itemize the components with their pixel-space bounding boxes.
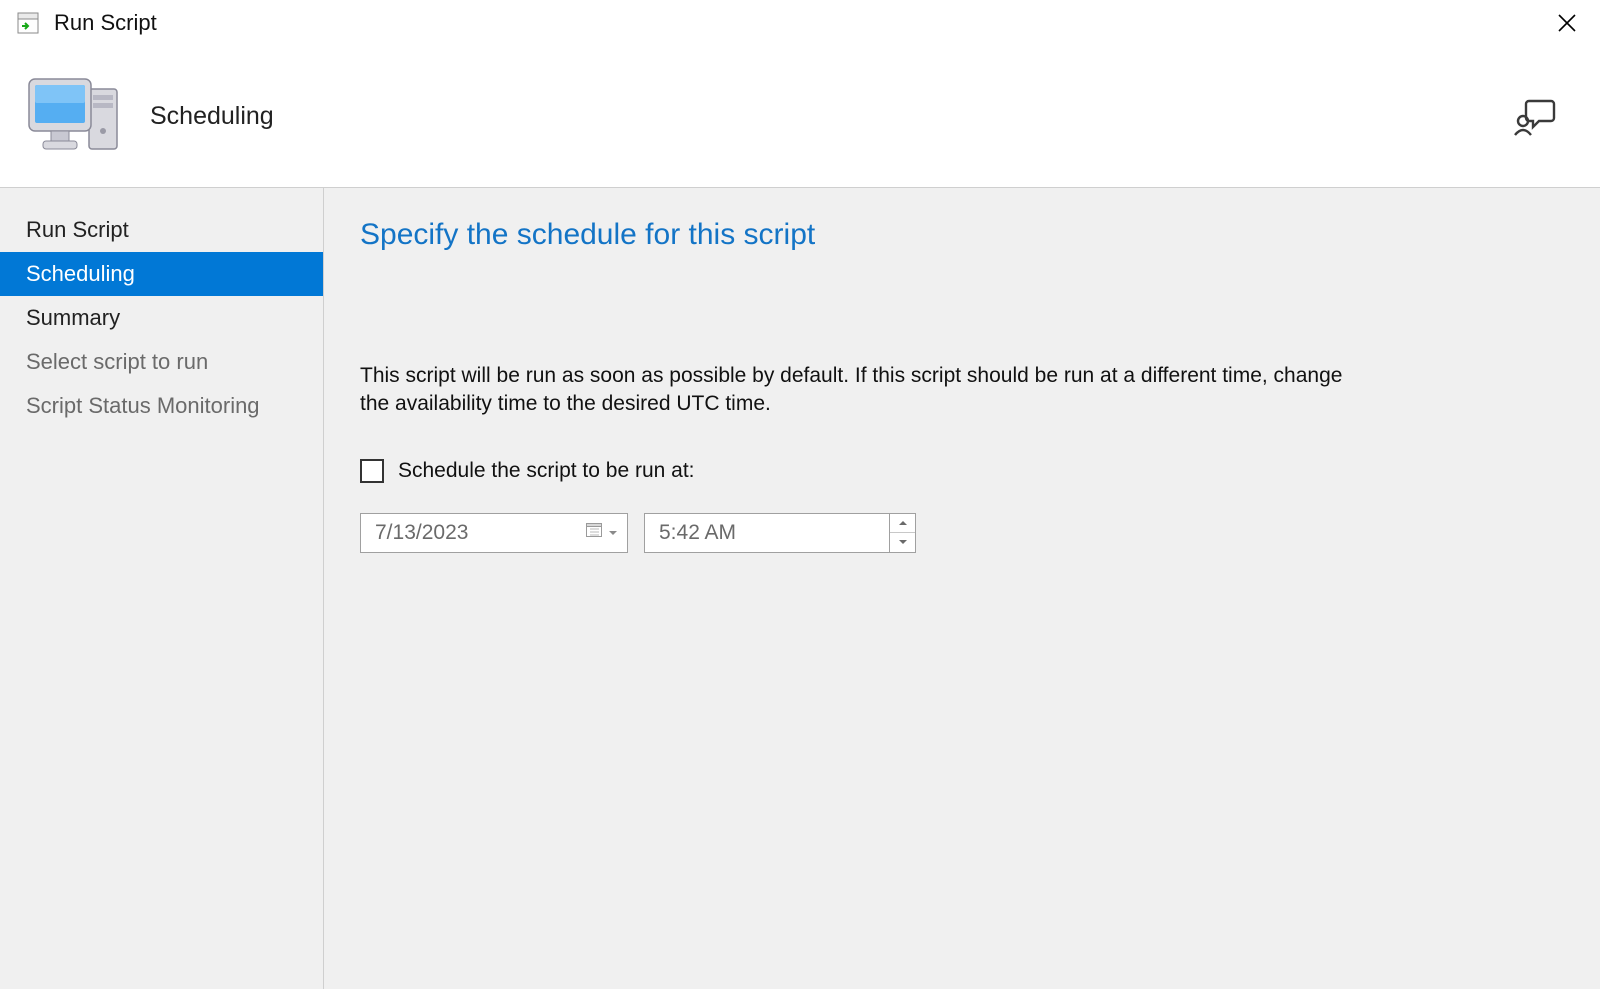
- sidebar-item-label: Run Script: [26, 217, 129, 243]
- wizard-body: Run Script Scheduling Summary Select scr…: [0, 188, 1600, 989]
- sidebar-item-scheduling[interactable]: Scheduling: [0, 252, 323, 296]
- schedule-checkbox[interactable]: [360, 459, 384, 483]
- schedule-checkbox-label: Schedule the script to be run at:: [398, 459, 695, 483]
- banner-title: Scheduling: [150, 102, 274, 131]
- computer-icon: [18, 67, 128, 167]
- sidebar-item-label: Script Status Monitoring: [26, 393, 260, 419]
- calendar-icon[interactable]: [585, 521, 603, 545]
- feedback-icon[interactable]: [1510, 92, 1560, 142]
- schedule-inputs-row: 7/13/2023: [360, 513, 1564, 553]
- app-icon: [16, 11, 40, 35]
- schedule-checkbox-row[interactable]: Schedule the script to be run at:: [360, 459, 1564, 483]
- schedule-date-value: 7/13/2023: [375, 521, 585, 545]
- section-description: This script will be run as soon as possi…: [360, 362, 1370, 419]
- sidebar-item-run-script[interactable]: Run Script: [0, 208, 323, 252]
- titlebar: Run Script: [0, 0, 1600, 46]
- section-title: Specify the schedule for this script: [360, 218, 1564, 252]
- chevron-down-icon[interactable]: [607, 521, 619, 545]
- close-icon: [1557, 13, 1577, 33]
- wizard-sidebar: Run Script Scheduling Summary Select scr…: [0, 188, 324, 989]
- wizard-content: Specify the schedule for this script Thi…: [324, 188, 1600, 989]
- spinner-up-icon[interactable]: [890, 514, 915, 534]
- schedule-date-picker[interactable]: 7/13/2023: [360, 513, 628, 553]
- sidebar-item-label: Scheduling: [26, 261, 135, 287]
- schedule-time-value: 5:42 AM: [659, 521, 889, 545]
- time-spinner[interactable]: [889, 514, 915, 552]
- banner: Scheduling: [0, 46, 1600, 188]
- schedule-time-picker[interactable]: 5:42 AM: [644, 513, 916, 553]
- sidebar-item-status-monitoring[interactable]: Script Status Monitoring: [0, 384, 323, 428]
- window-title: Run Script: [54, 10, 157, 36]
- close-button[interactable]: [1544, 0, 1590, 46]
- sidebar-item-label: Summary: [26, 305, 120, 331]
- sidebar-item-summary[interactable]: Summary: [0, 296, 323, 340]
- sidebar-item-label: Select script to run: [26, 349, 208, 375]
- sidebar-item-select-script[interactable]: Select script to run: [0, 340, 323, 384]
- spinner-down-icon[interactable]: [890, 533, 915, 552]
